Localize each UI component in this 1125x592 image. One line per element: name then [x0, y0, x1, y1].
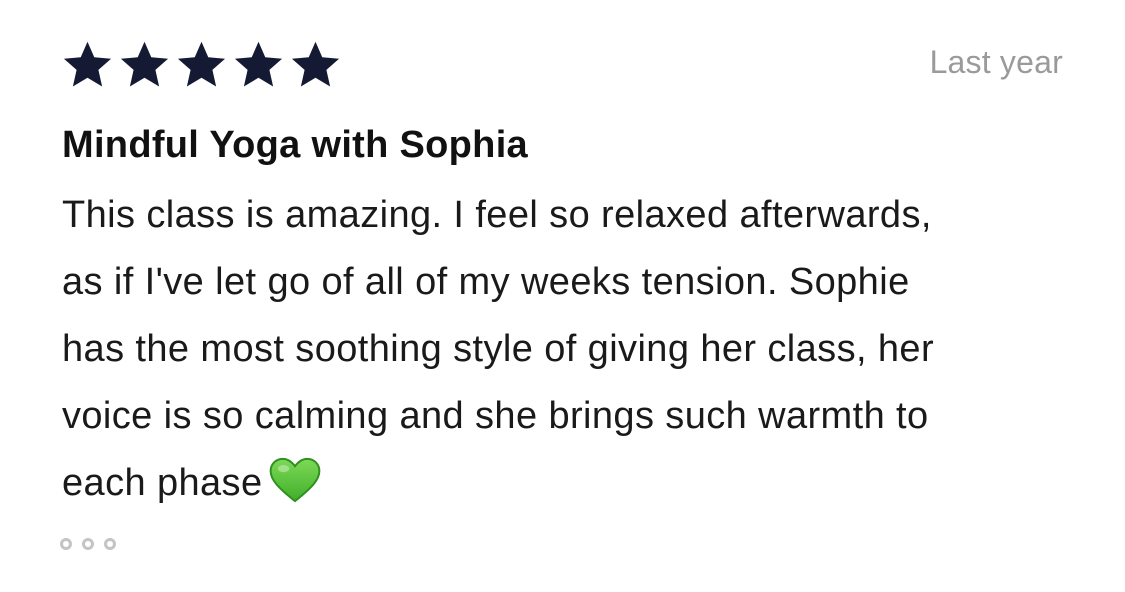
star-icon	[174, 40, 229, 88]
dot-icon	[82, 538, 94, 550]
review-body-line: as if I've let go of all of my weeks ten…	[62, 261, 910, 303]
review-body-line: This class is amazing. I feel so relaxed…	[62, 194, 932, 236]
star-icon	[231, 40, 286, 88]
star-icon	[60, 40, 115, 88]
review-body-line: has the most soothing style of giving he…	[62, 328, 935, 370]
dot-icon	[60, 538, 72, 550]
green-heart-icon	[269, 457, 321, 503]
review-title: Mindful Yoga with Sophia	[62, 124, 528, 166]
review-body-line: each phase	[62, 462, 263, 504]
more-options[interactable]	[60, 538, 116, 550]
review-body-line: voice is so calming and she brings such …	[62, 395, 929, 437]
dot-icon	[104, 538, 116, 550]
review-body: This class is amazing. I feel so relaxed…	[62, 182, 1072, 517]
star-icon	[117, 40, 172, 88]
review-card: Last year Mindful Yoga with Sophia This …	[0, 0, 1125, 592]
star-icon	[288, 40, 343, 88]
review-body-last-line: each phase	[62, 450, 1072, 517]
star-rating	[60, 40, 343, 88]
review-date: Last year	[929, 44, 1063, 80]
